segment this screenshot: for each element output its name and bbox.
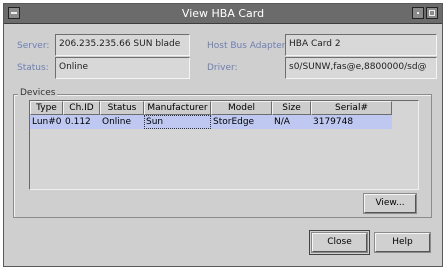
column-header-status[interactable]: Status [100,101,144,115]
cell-status: Online [102,117,132,127]
host-bus-adapter-label: Host Bus Adapter: [207,41,289,51]
devices-group-label: Devices [18,88,58,98]
status-label: Status: [17,63,49,73]
driver-label: Driver: [207,63,238,73]
server-label: Server: [17,41,50,51]
view-button[interactable]: View... [364,194,416,213]
column-header-model[interactable]: Model [211,101,272,115]
minimize-icon[interactable] [412,7,424,19]
view-hba-card-window: View HBA Card Server: 206.235.235.66 SUN… [3,3,443,267]
help-button[interactable]: Help [375,233,430,252]
column-header-size[interactable]: Size [272,101,311,115]
column-header-serial[interactable]: Serial# [311,101,392,115]
window-title: View HBA Card [181,7,265,20]
close-button[interactable]: Close [312,233,367,252]
cell-size: N/A [274,117,290,127]
column-header-type[interactable]: Type [30,101,63,115]
maximize-icon[interactable] [426,7,438,19]
title-bar[interactable]: View HBA Card [4,4,442,24]
column-header-manufacturer[interactable]: Manufacturer [144,101,211,115]
host-bus-adapter-field: HBA Card 2 [285,34,437,56]
table-row[interactable]: Lun#0 0.112 Online Sun StorEdge N/A 3179… [30,115,392,129]
driver-field: s0/SUNW,fas@e,8800000/sd@ [285,57,437,79]
cell-ch-id: 0.112 [65,117,91,127]
server-field: 206.235.235.66 SUN blade [55,34,190,56]
cell-model: StorEdge [213,117,255,127]
cell-manufacturer: Sun [144,115,211,129]
devices-table[interactable]: Type Ch.ID Status Manufacturer Model Siz… [29,100,419,190]
cell-type: Lun#0 [32,117,62,127]
cell-serial: 3179748 [313,117,354,127]
column-header-ch-id[interactable]: Ch.ID [63,101,100,115]
status-field: Online [55,57,190,79]
